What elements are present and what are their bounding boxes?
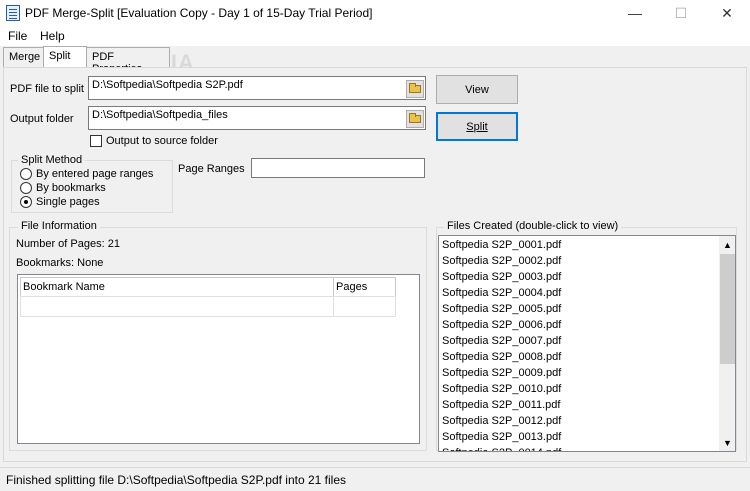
list-item[interactable]: Softpedia S2P_0004.pdf	[442, 287, 561, 299]
output-folder-label: Output folder	[10, 113, 74, 125]
view-button-label: View	[465, 83, 489, 96]
browse-pdf-button[interactable]	[406, 80, 424, 98]
menu-help[interactable]: Help	[40, 29, 65, 43]
status-bar: Finished splitting file D:\Softpedia\Sof…	[0, 467, 750, 491]
output-folder-value: D:\Softpedia\Softpedia_files	[92, 109, 228, 121]
close-button[interactable]: ✕	[704, 0, 750, 26]
split-button[interactable]: Split	[436, 112, 518, 141]
table-cell[interactable]	[333, 296, 396, 317]
scroll-down-icon[interactable]: ▼	[723, 438, 732, 448]
list-item[interactable]: Softpedia S2P_0011.pdf	[442, 399, 560, 411]
page-ranges-label: Page Ranges	[178, 163, 245, 175]
list-item[interactable]: Softpedia S2P_0012.pdf	[442, 415, 561, 427]
list-item[interactable]: Softpedia S2P_0008.pdf	[442, 351, 561, 363]
tab-merge[interactable]: Merge	[3, 47, 44, 68]
minimize-button[interactable]: —	[612, 0, 658, 26]
radio-single-pages[interactable]	[20, 196, 32, 208]
status-text: Finished splitting file D:\Softpedia\Sof…	[6, 473, 346, 487]
list-item[interactable]: Softpedia S2P_0006.pdf	[442, 319, 561, 331]
menu-bar: SOFTPEDIA File Help	[0, 26, 750, 75]
files-list-items: Softpedia S2P_0001.pdf Softpedia S2P_0002…	[439, 236, 719, 451]
radio-page-ranges[interactable]	[20, 168, 32, 180]
tab-pdf-properties[interactable]: PDF Properties	[86, 47, 170, 75]
list-item[interactable]: Softpedia S2P_0010.pdf	[442, 383, 561, 395]
pdf-file-value: D:\Softpedia\Softpedia S2P.pdf	[92, 79, 243, 91]
list-item[interactable]: Softpedia S2P_0007.pdf	[442, 335, 561, 347]
pdf-file-field[interactable]: D:\Softpedia\Softpedia S2P.pdf	[88, 76, 426, 100]
bookmark-table[interactable]: Bookmark Name Pages	[17, 274, 420, 444]
output-to-source-label: Output to source folder	[106, 135, 218, 147]
tab-split[interactable]: Split	[43, 46, 87, 69]
radio-bookmarks[interactable]	[20, 182, 32, 194]
list-item[interactable]: Softpedia S2P_0002.pdf	[442, 255, 561, 267]
files-scrollbar[interactable]: ▲ ▼	[719, 236, 735, 451]
output-folder-field[interactable]: D:\Softpedia\Softpedia_files	[88, 106, 426, 130]
list-item[interactable]: Softpedia S2P_0001.pdf	[442, 239, 561, 251]
split-button-label: Split	[466, 120, 488, 133]
list-item[interactable]: Softpedia S2P_0003.pdf	[442, 271, 561, 283]
window-title: PDF Merge-Split [Evaluation Copy - Day 1…	[25, 6, 373, 20]
list-item[interactable]: Softpedia S2P_0014.pdf	[442, 447, 561, 451]
app-icon	[6, 5, 20, 21]
column-bookmark-name[interactable]: Bookmark Name	[20, 277, 334, 297]
page-ranges-input[interactable]	[251, 158, 425, 178]
number-of-pages: Number of Pages: 21	[16, 238, 120, 250]
file-info-title: File Information	[18, 220, 100, 232]
output-to-source-checkbox[interactable]	[90, 135, 102, 147]
scroll-up-icon[interactable]: ▲	[723, 240, 732, 250]
list-item[interactable]: Softpedia S2P_0005.pdf	[442, 303, 561, 315]
scroll-thumb[interactable]	[720, 254, 735, 364]
radio-bookmarks-label: By bookmarks	[36, 182, 106, 194]
radio-page-ranges-label: By entered page ranges	[36, 168, 154, 180]
list-item[interactable]: Softpedia S2P_0013.pdf	[442, 431, 561, 443]
column-pages[interactable]: Pages	[333, 277, 396, 297]
bookmarks-info: Bookmarks: None	[16, 257, 104, 269]
files-created-title: Files Created (double-click to view)	[444, 220, 622, 232]
files-created-list[interactable]: Softpedia S2P_0001.pdf Softpedia S2P_0002…	[438, 235, 736, 452]
maximize-button[interactable]: ☐	[658, 0, 704, 26]
split-method-title: Split Method	[18, 154, 86, 166]
table-row[interactable]	[20, 296, 334, 317]
folder-open-icon	[409, 83, 421, 93]
menu-file[interactable]: File	[8, 29, 27, 43]
list-item[interactable]: Softpedia S2P_0009.pdf	[442, 367, 561, 379]
title-bar[interactable]: PDF Merge-Split [Evaluation Copy - Day 1…	[0, 0, 750, 26]
folder-icon	[409, 113, 421, 123]
view-button[interactable]: View	[436, 75, 518, 104]
radio-single-pages-label: Single pages	[36, 196, 100, 208]
tab-strip: Merge Split PDF Properties	[0, 46, 750, 75]
browse-output-button[interactable]	[406, 110, 424, 128]
pdf-file-label: PDF file to split	[10, 83, 84, 95]
